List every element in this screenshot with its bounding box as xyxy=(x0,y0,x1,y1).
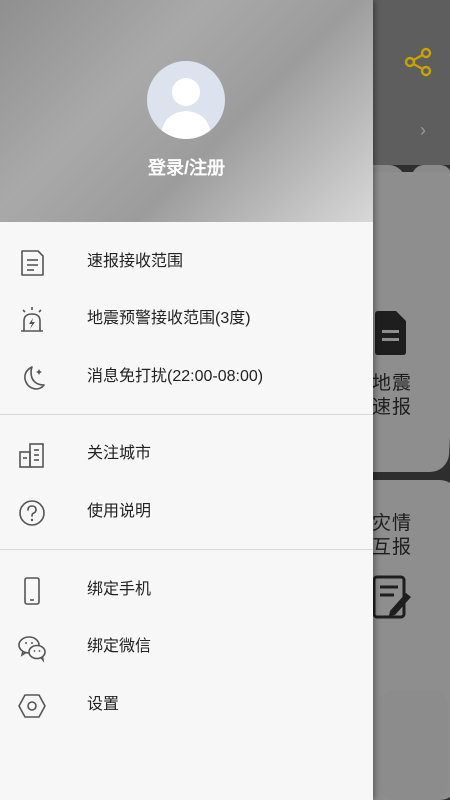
share-icon[interactable] xyxy=(402,46,434,78)
phone-icon xyxy=(24,577,40,605)
divider xyxy=(0,414,373,415)
edit-report-icon xyxy=(372,575,411,619)
alarm-siren-icon xyxy=(21,307,43,332)
wechat-icon xyxy=(18,636,46,663)
navigation-drawer: 登录/注册 速报接收范围 地震预警接收范围(3度) 消息免打扰(22:00-08… xyxy=(0,0,373,800)
menu-item-label: 绑定微信 xyxy=(87,638,152,655)
disaster-report-label: 灾情 互报 xyxy=(372,513,413,558)
menu-item-label: 消息免打扰(22:00-08:00) xyxy=(87,368,264,385)
menu-item-bind-wechat[interactable]: 绑定微信 xyxy=(0,619,373,676)
question-icon xyxy=(19,500,45,526)
menu-item-label: 关注城市 xyxy=(87,445,152,462)
menu-item-label: 使用说明 xyxy=(87,503,152,520)
menu-item-label: 设置 xyxy=(87,696,120,713)
settings-hexagon-icon xyxy=(18,694,46,718)
menu-item-do-not-disturb[interactable]: 消息免打扰(22:00-08:00) xyxy=(0,349,373,406)
user-silhouette-icon xyxy=(161,78,211,139)
background-tile xyxy=(378,690,448,800)
document-icon xyxy=(21,250,44,276)
menu-item-report-range[interactable]: 速报接收范围 xyxy=(0,234,373,291)
login-register-link[interactable]: 登录/注册 xyxy=(0,156,373,180)
menu-item-label: 速报接收范围 xyxy=(87,253,184,270)
menu-item-warning-range[interactable]: 地震预警接收范围(3度) xyxy=(0,291,373,348)
moon-icon xyxy=(24,366,45,390)
menu-item-label: 绑定手机 xyxy=(87,581,152,598)
chevron-right-icon[interactable]: › xyxy=(420,120,436,140)
quake-report-label: 地震 速报 xyxy=(372,373,413,418)
menu-item-settings[interactable]: 设置 xyxy=(0,677,373,734)
menu-item-bind-phone[interactable]: 绑定手机 xyxy=(0,562,373,619)
divider xyxy=(0,549,373,550)
buildings-icon xyxy=(19,443,44,468)
drawer-header: 登录/注册 xyxy=(0,0,373,222)
menu-item-followed-cities[interactable]: 关注城市 xyxy=(0,426,373,483)
menu-item-instructions[interactable]: 使用说明 xyxy=(0,484,373,541)
menu-item-label: 地震预警接收范围(3度) xyxy=(87,310,251,327)
avatar[interactable] xyxy=(147,61,225,139)
document-icon xyxy=(375,311,406,355)
